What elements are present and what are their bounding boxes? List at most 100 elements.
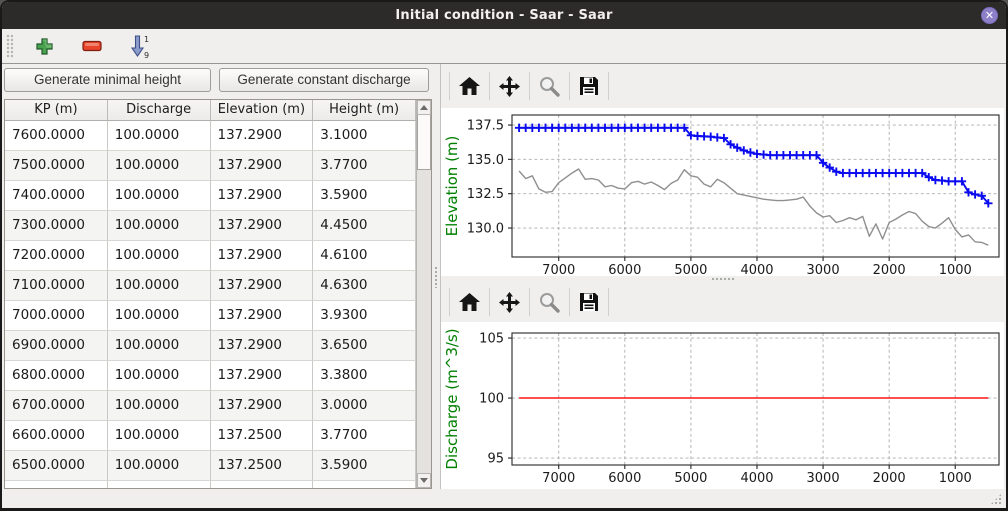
table-cell[interactable]: 7600.0000	[5, 121, 108, 151]
sort-rows-button[interactable]: 1 9	[130, 34, 152, 59]
plus-icon	[35, 37, 54, 56]
table-cell[interactable]: 100.0000	[108, 421, 211, 451]
table-cell[interactable]: 137.2900	[211, 181, 314, 211]
table-cell[interactable]: 137.2900	[211, 241, 314, 271]
table-cell[interactable]: 137.2900	[211, 151, 314, 181]
table-cell[interactable]: 4.6300	[313, 271, 416, 301]
table-cell[interactable]: 100.0000	[108, 211, 211, 241]
table-row[interactable]: 7600.0000100.0000137.29003.1000	[5, 121, 416, 151]
table-cell[interactable]: 6500.0000	[5, 451, 108, 481]
table-row[interactable]: 6500.0000100.0000137.25003.5900	[5, 451, 416, 481]
table-cell[interactable]: 3.3800	[313, 361, 416, 391]
svg-text:132.5: 132.5	[467, 187, 504, 202]
table-cell[interactable]: 3.9300	[313, 301, 416, 331]
table-row[interactable]: 6800.0000100.0000137.29003.3800	[5, 361, 416, 391]
discharge-chart-canvas[interactable]: 700060005000400030002000100010510095Disc…	[441, 322, 1004, 490]
table-row[interactable]: 6600.0000100.0000137.25003.7700	[5, 421, 416, 451]
zoom-rect-button[interactable]	[530, 291, 569, 314]
table-cell[interactable]: 3.7700	[313, 151, 416, 181]
statusbar	[2, 489, 1006, 508]
table-cell[interactable]: 7000.0000	[5, 301, 108, 331]
column-header[interactable]: KP (m)	[5, 100, 108, 121]
table-cell[interactable]: 137.2900	[211, 391, 314, 421]
table-row[interactable]: 6700.0000100.0000137.29003.0000	[5, 391, 416, 421]
home-button[interactable]	[450, 291, 489, 313]
table-scrollbar[interactable]	[416, 100, 431, 488]
add-row-button[interactable]	[35, 37, 54, 56]
table-cell[interactable]: 100.0000	[108, 331, 211, 361]
table-cell[interactable]: 100.0000	[108, 391, 211, 421]
table-cell[interactable]: 3.7700	[313, 421, 416, 451]
panel-splitter[interactable]	[432, 64, 440, 489]
generate-minimal-height-button[interactable]: Generate minimal height	[4, 68, 211, 92]
column-header[interactable]: Elevation (m)	[211, 100, 314, 121]
toolbar-drag-handle[interactable]	[6, 34, 13, 58]
chart-svg: 7000600050004000300020001000137.5135.013…	[441, 108, 1004, 276]
table-row[interactable]: 7300.0000100.0000137.29004.4500	[5, 211, 416, 241]
table-cell[interactable]: 7500.0000	[5, 151, 108, 181]
home-button[interactable]	[450, 75, 489, 97]
table-cell[interactable]: 6800.0000	[5, 361, 108, 391]
table-cell[interactable]: 137.2900	[211, 211, 314, 241]
table-cell[interactable]: 100.0000	[108, 301, 211, 331]
home-icon	[458, 291, 481, 313]
svg-text:2000: 2000	[873, 263, 906, 276]
table-cell[interactable]: 6600.0000	[5, 421, 108, 451]
pan-button[interactable]	[490, 291, 529, 314]
table-cell[interactable]: 100.0000	[108, 241, 211, 271]
table-cell[interactable]: 3.6500	[313, 331, 416, 361]
save-button[interactable]	[570, 291, 608, 313]
table-cell[interactable]: 7400.0000	[5, 181, 108, 211]
table-cell[interactable]: 7300.0000	[5, 211, 108, 241]
table-cell[interactable]: 3.5900	[313, 451, 416, 481]
table-row[interactable]: 6900.0000100.0000137.29003.6500	[5, 331, 416, 361]
svg-text:9: 9	[144, 51, 149, 59]
table-cell[interactable]: 100.0000	[108, 271, 211, 301]
scrollbar-up-button[interactable]	[417, 100, 431, 115]
save-button[interactable]	[570, 75, 608, 97]
table-cell[interactable]: 137.2500	[211, 451, 314, 481]
svg-text:1000: 1000	[939, 471, 972, 486]
table-row[interactable]: 7100.0000100.0000137.29004.6300	[5, 271, 416, 301]
table-cell[interactable]: 100.0000	[108, 181, 211, 211]
column-header[interactable]: Height (m)	[313, 100, 416, 121]
table-cell[interactable]: 137.2500	[211, 421, 314, 451]
table-row[interactable]: 7200.0000100.0000137.29004.6100	[5, 241, 416, 271]
column-header[interactable]: Discharge (m³/s)	[108, 100, 211, 121]
table-cell[interactable]: 137.2900	[211, 271, 314, 301]
resize-grip-icon[interactable]	[990, 493, 1002, 505]
table-cell[interactable]: 100.0000	[108, 451, 211, 481]
table-cell[interactable]: 137.2900	[211, 361, 314, 391]
table-cell[interactable]: 7200.0000	[5, 241, 108, 271]
table-cell[interactable]: 6700.0000	[5, 391, 108, 421]
close-button[interactable]: ✕	[981, 7, 998, 24]
table-cell[interactable]: 100.0000	[108, 361, 211, 391]
table-cell[interactable]: 100.0000	[108, 151, 211, 181]
scrollbar-track[interactable]	[417, 115, 431, 473]
table-cell[interactable]: 3.0000	[313, 391, 416, 421]
table-row[interactable]: 7400.0000100.0000137.29003.5900	[5, 181, 416, 211]
table-cell[interactable]: 3.5900	[313, 181, 416, 211]
table-cell[interactable]: 137.2900	[211, 121, 314, 151]
generate-constant-discharge-button[interactable]: Generate constant discharge	[219, 68, 429, 92]
home-icon	[458, 75, 481, 97]
remove-row-button[interactable]	[82, 40, 102, 52]
table-cell[interactable]: 137.2900	[211, 331, 314, 361]
scrollbar-thumb[interactable]	[417, 115, 431, 170]
table-cell[interactable]: 4.4500	[313, 211, 416, 241]
table-grid: KP (m)Discharge (m³/s)Elevation (m)Heigh…	[5, 100, 416, 488]
pan-button[interactable]	[490, 75, 529, 98]
svg-text:105: 105	[479, 332, 504, 347]
table-row[interactable]: 7000.0000100.0000137.29003.9300	[5, 301, 416, 331]
svg-text:135.0: 135.0	[467, 153, 504, 168]
table-cell[interactable]: 137.2900	[211, 301, 314, 331]
scrollbar-down-button[interactable]	[417, 473, 431, 488]
elevation-chart-canvas[interactable]: 7000600050004000300020001000137.5135.013…	[441, 108, 1004, 276]
zoom-rect-button[interactable]	[530, 75, 569, 98]
table-cell[interactable]: 6900.0000	[5, 331, 108, 361]
table-cell[interactable]: 7100.0000	[5, 271, 108, 301]
table-cell[interactable]: 4.6100	[313, 241, 416, 271]
table-cell[interactable]: 3.1000	[313, 121, 416, 151]
table-cell[interactable]: 100.0000	[108, 121, 211, 151]
table-row[interactable]: 7500.0000100.0000137.29003.7700	[5, 151, 416, 181]
